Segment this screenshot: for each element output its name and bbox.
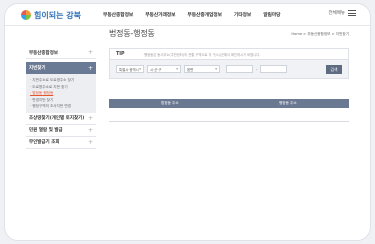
column-header-legal-dong: 법정동 주소 <box>161 101 179 105</box>
sidebar-item-label: 무인발급기 조회 <box>29 140 60 145</box>
range-dash: - <box>256 66 258 72</box>
sidebar-submenu: · 지번주소로 도로명주소 찾기 · 도로명주소로 지번 찾기 · 법정동 행정… <box>26 74 96 113</box>
sidebar-item-label: 민원 열람 및 발급 <box>29 128 63 133</box>
sidebar-item-ancestor-land[interactable]: 조상땅찾기(개인별 토지찾기) + <box>26 113 96 125</box>
sido-select-value: 특별시·광역시 <box>119 67 139 72</box>
chevron-down-icon: ▾ <box>139 67 141 71</box>
plus-icon: + <box>87 138 93 146</box>
plus-icon: + <box>87 64 93 72</box>
sigungu-select[interactable]: 시·군·구 ▾ <box>147 65 181 73</box>
breadcrumb: Home > 부동산종합정보 > 지번찾기 <box>291 32 349 36</box>
search-button[interactable]: 검색 <box>326 65 342 74</box>
sidebar: 부동산종합정보 + 지번찾기 + · 지번주소로 도로명주소 찾기 · 도로명주… <box>26 47 96 149</box>
lot-number-sub-input[interactable] <box>260 65 288 73</box>
sidebar-item-label: 지번찾기 <box>29 66 46 71</box>
sidebar-item-lot-search[interactable]: 지번찾기 + <box>26 62 96 74</box>
site-header: 힘이되는 강북 부동산종합정보 부동산거래정보 부동산중개업정보 기타정보 알림… <box>5 4 370 26</box>
search-panel: 특별시·광역시 ▾ 시·군·구 ▾ 읍면 ▾ - 검색 <box>109 59 349 79</box>
page-title: 법정동-행정동 <box>109 29 155 38</box>
sidebar-item-label: 조상땅찾기(개인별 토지찾기) <box>29 116 85 121</box>
plus-icon: + <box>87 114 93 122</box>
tip-text: · 행정동은 동사무소(주민센터)의 관할 구역으로 각 구/시/군에서 확인하… <box>142 52 261 57</box>
nav-item-other-info[interactable]: 기타정보 <box>234 11 251 18</box>
site-logo[interactable]: 힘이되는 강북 <box>21 8 81 22</box>
lot-number-main-input[interactable] <box>226 65 253 73</box>
submenu-item-admin-area-change[interactable]: · 행정구역의 조사지번 변경 <box>30 103 92 110</box>
plus-icon: + <box>87 126 93 134</box>
logo-mark-icon <box>21 10 31 20</box>
chevron-down-icon: ▾ <box>215 67 217 71</box>
nav-item-transaction-info[interactable]: 부동산거래정보 <box>145 11 175 18</box>
plus-icon: + <box>87 49 93 56</box>
column-header-admin-dong: 행정동 주소 <box>279 101 297 105</box>
all-menu-button[interactable]: 전체메뉴 <box>328 10 356 16</box>
dong-select[interactable]: 읍면 ▾ <box>184 65 220 73</box>
nav-item-notices[interactable]: 알림마당 <box>263 11 280 18</box>
all-menu-label: 전체메뉴 <box>328 11 345 16</box>
browser-frame: 힘이되는 강북 부동산종합정보 부동산거래정보 부동산중개업정보 기타정보 알림… <box>4 3 371 241</box>
nav-item-broker-info[interactable]: 부동산중개업정보 <box>187 11 222 18</box>
tip-label: TIP <box>116 51 125 57</box>
sigungu-select-value: 시·군·구 <box>150 67 162 72</box>
tip-box: TIP · 행정동은 동사무소(주민센터)의 관할 구역으로 각 구/시/군에서… <box>109 48 349 59</box>
nav-item-real-estate-info[interactable]: 부동산종합정보 <box>103 11 133 18</box>
sidebar-item-real-estate-info[interactable]: 부동산종합정보 + <box>26 47 96 59</box>
sidebar-item-civil-service[interactable]: 민원 열람 및 발급 + <box>26 125 96 137</box>
logo-text: 힘이되는 강북 <box>34 9 81 20</box>
sidebar-item-kiosk[interactable]: 무인발급기 조회 + <box>26 137 96 149</box>
dong-select-value: 읍면 <box>187 67 194 72</box>
sidebar-item-label: 부동산종합정보 <box>29 50 58 56</box>
hamburger-icon <box>348 10 356 16</box>
main-nav: 부동산종합정보 부동산거래정보 부동산중개업정보 기타정보 알림마당 <box>103 11 281 18</box>
results-empty-row <box>109 108 349 122</box>
sido-select[interactable]: 특별시·광역시 ▾ <box>116 65 144 73</box>
results-table-header: 법정동 주소 행정동 주소 <box>109 99 349 108</box>
chevron-down-icon: ▾ <box>176 67 178 71</box>
